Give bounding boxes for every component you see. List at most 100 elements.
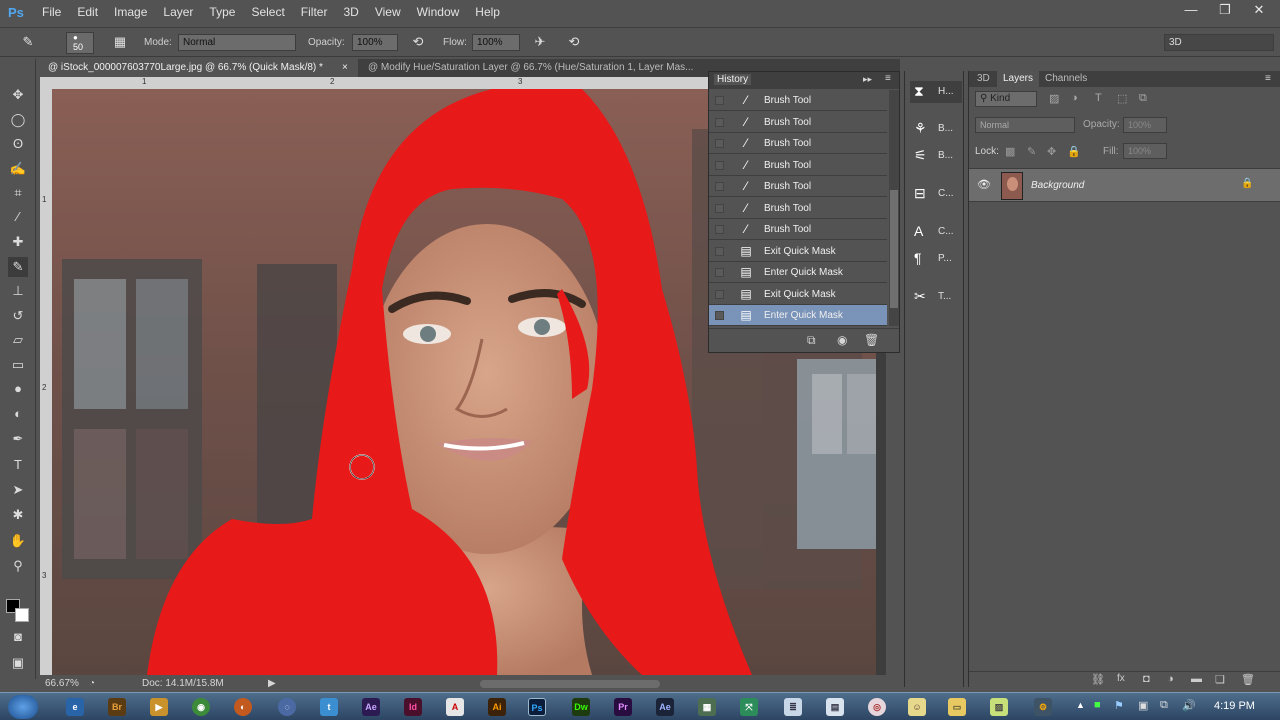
close-button[interactable]: ✕ [1248,2,1270,18]
pressure-size-icon[interactable]: ⟲ [564,34,584,52]
history-brush-source-checkbox[interactable] [715,225,724,234]
background-color-swatch[interactable] [15,608,29,622]
pressure-opacity-icon[interactable]: ⟲ [408,34,428,52]
sticky-app-icon[interactable]: ☺ [908,698,926,716]
history-state-row[interactable]: ⁄ Brush Tool [709,198,887,219]
delete-layer-icon[interactable]: 🗑 [1241,673,1255,686]
shape-tool-icon[interactable]: ✱ [8,505,28,525]
photoshop-app-icon[interactable]: Ps [528,698,546,716]
layer-opacity-field[interactable]: 100% [1123,117,1167,133]
type-tool-icon[interactable]: T [8,455,28,475]
dock-tool-presets-button[interactable]: ✂ T... [910,286,962,308]
history-state-row[interactable]: ⁄ Brush Tool [709,176,887,197]
link-layers-icon[interactable]: ⛓ [1091,673,1105,686]
dock-history-button[interactable]: ⧗ H... [910,81,962,103]
lock-all-icon[interactable]: 🔒 [1067,145,1081,158]
history-brush-tool-icon[interactable]: ↺ [8,306,28,326]
history-state-row[interactable]: ⁄ Brush Tool [709,133,887,154]
chrome-icon[interactable]: ◉ [192,698,210,716]
visibility-eye-icon[interactable]: 👁 [977,178,991,191]
menu-type[interactable]: Type [201,0,243,25]
media-encoder-app-icon[interactable]: Ae [656,698,674,716]
notepad-icon[interactable]: ≣ [784,698,802,716]
tab-hue-saturation-doc[interactable]: @ Modify Hue/Saturation Layer @ 66.7% (H… [360,59,720,77]
crop-tool-icon[interactable]: ⌗ [8,183,28,203]
history-brush-source-checkbox[interactable] [715,268,724,277]
minimize-button[interactable]: — [1180,2,1202,18]
dock-brush-presets-button[interactable]: ⚘ B... [910,118,962,140]
history-scrollbar[interactable] [889,90,899,326]
horizontal-scrollbar[interactable] [480,680,660,688]
healing-tool-icon[interactable]: ✚ [8,232,28,252]
network-app-icon[interactable]: ▦ [698,698,716,716]
eyedropper-tool-icon[interactable]: ⁄ [8,207,28,227]
tray-network-icon[interactable]: ⚑ [1114,699,1124,712]
history-state-row[interactable]: ⁄ Brush Tool [709,90,887,111]
brush-panel-toggle-icon[interactable]: ▦ [110,34,130,52]
history-brush-source-checkbox[interactable] [715,289,724,299]
history-state-row[interactable]: ▤ Exit Quick Mask [709,284,887,305]
filter-kind-select[interactable]: ⚲ Kind [975,91,1037,107]
volume-icon[interactable]: 🔊 [1182,699,1196,712]
history-state-row[interactable]: ⁄ Brush Tool [709,112,887,133]
globe-icon[interactable]: ◌ [278,698,296,716]
history-brush-source-checkbox[interactable] [715,96,724,105]
flow-field[interactable]: 100% [472,34,520,51]
media-player-icon[interactable]: ▶ [150,698,168,716]
zoom-tool-icon[interactable]: ⚲ [8,556,28,576]
restore-button[interactable]: ❐ [1214,2,1236,18]
history-scroll-thumb[interactable] [890,190,898,308]
indesign-app-icon[interactable]: Id [404,698,422,716]
history-brush-source-checkbox[interactable] [715,182,724,191]
tray-expand-icon[interactable]: ▲ [1076,700,1085,710]
history-brush-source-checkbox[interactable] [715,160,724,170]
blur-tool-icon[interactable]: ● [8,379,28,399]
delete-state-icon[interactable]: 🗑 [864,333,879,347]
menu-select[interactable]: Select [243,0,292,25]
history-brush-source-checkbox[interactable] [715,246,724,256]
tray-device-icon[interactable]: ⧉ [1160,699,1168,712]
panel-menu-icon[interactable]: ≡ [885,73,891,84]
illustrator-app-icon[interactable]: Ai [488,698,506,716]
dreamweaver-app-icon[interactable]: Dw [572,698,590,716]
dodge-tool-icon[interactable]: ◐ [8,404,28,424]
lasso-tool-icon[interactable]: ʘ [8,134,28,154]
menu-view[interactable]: View [367,0,409,25]
sharing-app-icon[interactable]: ⤧ [740,698,758,716]
menu-filter[interactable]: Filter [293,0,336,25]
history-brush-source-checkbox[interactable] [715,117,724,127]
panel-menu-icon[interactable]: ≡ [1265,73,1271,84]
brush-tool-icon[interactable]: ✎ [18,34,38,52]
history-brush-source-checkbox[interactable] [715,311,724,320]
filter-pixel-icon[interactable]: ▨ [1049,92,1059,105]
quick-selection-tool-icon[interactable]: ✍ [8,159,28,179]
filter-adjustment-icon[interactable]: ◑ [1071,92,1078,104]
folder-icon[interactable]: ▭ [948,698,966,716]
path-selection-tool-icon[interactable]: ➤ [8,480,28,500]
tray-monitor-icon[interactable]: ▣ [1138,699,1148,712]
hand-tool-icon[interactable]: ✋ [8,531,28,551]
menu-image[interactable]: Image [106,0,155,25]
menu-window[interactable]: Window [409,0,468,25]
after-effects-app-icon[interactable]: Ae [362,698,380,716]
adjustment-layer-icon[interactable]: ◑ [1167,673,1174,685]
layer-row-background[interactable]: 👁 Background 🔒 [969,168,1280,202]
quick-mask-mode-icon[interactable]: ◙ [8,627,28,647]
add-mask-icon[interactable]: ◘ [1143,673,1150,685]
gradient-tool-icon[interactable]: ▭ [8,355,28,375]
dock-brush-button[interactable]: ⚟ B... [910,145,962,167]
filter-type-icon[interactable]: T [1095,92,1102,104]
menu-3d[interactable]: 3D [335,0,366,25]
bridge-app-icon[interactable]: Br [108,698,126,716]
start-button[interactable] [8,695,38,719]
filter-shape-icon[interactable]: ⬚ [1117,92,1127,105]
brush-tool-icon[interactable]: ✎ [8,257,28,277]
clone-stamp-tool-icon[interactable]: ⊥ [8,281,28,301]
history-state-row[interactable]: ▤ Enter Quick Mask [709,305,887,326]
ie-icon[interactable]: e [66,698,84,716]
tab-quick-mask-doc[interactable]: @ iStock_000007603770Large.jpg @ 66.7% (… [40,59,358,77]
history-state-row[interactable]: ▤ Enter Quick Mask [709,262,887,283]
status-arrow-icon[interactable]: ▶ [268,678,276,689]
filter-smart-object-icon[interactable]: ⧉ [1139,92,1147,105]
history-brush-source-checkbox[interactable] [715,203,724,213]
